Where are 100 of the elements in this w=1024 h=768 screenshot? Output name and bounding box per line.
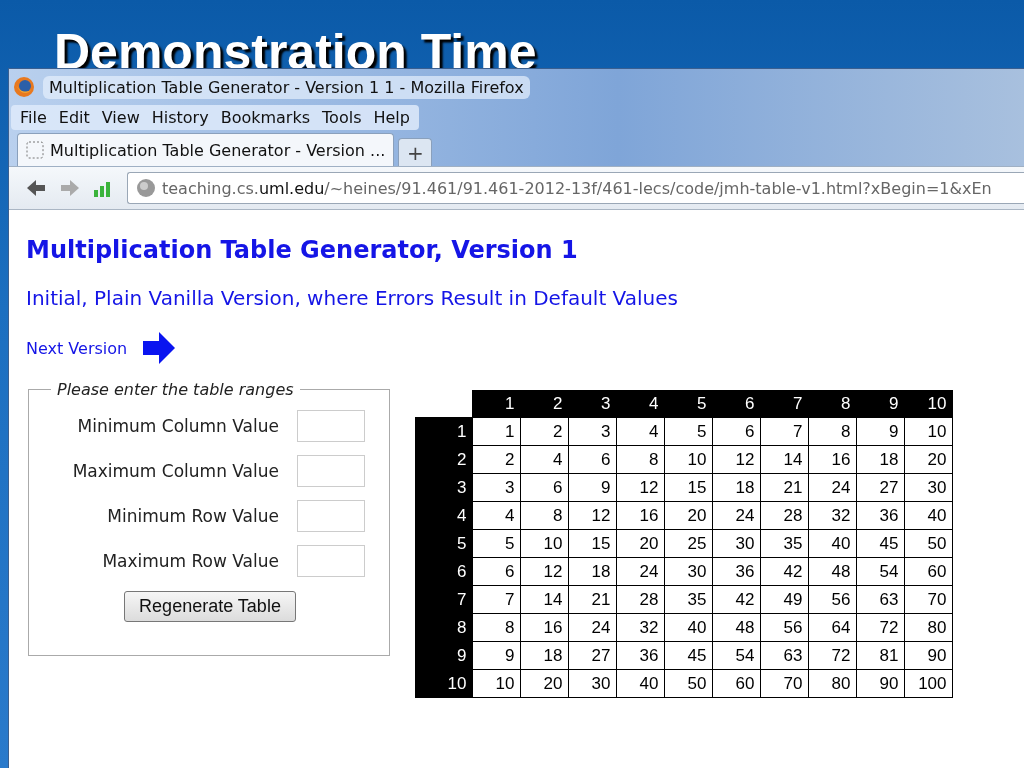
table-cell: 20 xyxy=(616,529,664,558)
table-cell: 60 xyxy=(712,669,760,698)
table-cell: 40 xyxy=(664,613,712,642)
table-cell: 70 xyxy=(760,669,808,698)
field-label: Minimum Column Value xyxy=(77,415,279,436)
page-icon xyxy=(26,141,44,159)
table-cell: 6 xyxy=(472,557,520,586)
menu-item[interactable]: Tools xyxy=(317,108,367,127)
table-cell: 8 xyxy=(520,501,568,530)
column-header: 10 xyxy=(904,390,952,418)
menu-item[interactable]: Bookmarks xyxy=(215,108,316,127)
column-header: 6 xyxy=(712,390,760,418)
table-cell: 50 xyxy=(664,669,712,698)
table-cell: 10 xyxy=(520,529,568,558)
regenerate-button[interactable]: Regenerate Table xyxy=(124,591,296,622)
table-cell: 42 xyxy=(712,585,760,614)
table-cell: 50 xyxy=(904,529,952,558)
menu-item[interactable]: History xyxy=(146,108,214,127)
column-header: 1 xyxy=(472,390,520,418)
table-cell: 21 xyxy=(568,585,616,614)
column-header: 7 xyxy=(760,390,808,418)
forward-icon[interactable] xyxy=(59,178,81,198)
browser-tab[interactable]: Multiplication Table Generator - Version ... xyxy=(17,133,395,166)
menu-item[interactable]: Edit xyxy=(53,108,95,127)
table-cell: 8 xyxy=(616,445,664,474)
table-cell: 5 xyxy=(664,417,712,446)
table-cell: 3 xyxy=(568,417,616,446)
table-cell: 9 xyxy=(472,641,520,670)
table-cell: 2 xyxy=(520,417,568,446)
table-cell: 80 xyxy=(904,613,952,642)
table-cell: 28 xyxy=(760,501,808,530)
table-cell: 12 xyxy=(568,501,616,530)
table-cell: 30 xyxy=(568,669,616,698)
table-cell: 36 xyxy=(712,557,760,586)
input-field[interactable] xyxy=(297,454,365,487)
row-header: 8 xyxy=(415,613,472,642)
table-cell: 1 xyxy=(472,417,520,446)
field-label: Maximum Row Value xyxy=(102,550,279,571)
table-cell: 100 xyxy=(904,669,952,698)
table-cell: 32 xyxy=(808,501,856,530)
table-cell: 24 xyxy=(568,613,616,642)
page-heading: Multiplication Table Generator, Version 1 xyxy=(26,236,579,264)
input-field[interactable] xyxy=(297,544,365,577)
table-cell: 63 xyxy=(856,585,904,614)
table-cell: 9 xyxy=(856,417,904,446)
table-cell: 4 xyxy=(616,417,664,446)
table-cell: 30 xyxy=(712,529,760,558)
table-cell: 60 xyxy=(904,557,952,586)
table-cell: 6 xyxy=(520,473,568,502)
table-cell: 12 xyxy=(712,445,760,474)
table-cell: 48 xyxy=(808,557,856,586)
table-cell: 54 xyxy=(712,641,760,670)
table-cell: 48 xyxy=(712,613,760,642)
table-cell: 40 xyxy=(616,669,664,698)
row-header: 4 xyxy=(415,501,472,530)
table-cell: 16 xyxy=(616,501,664,530)
menu-item[interactable]: View xyxy=(96,108,145,127)
table-cell: 12 xyxy=(520,557,568,586)
table-cell: 30 xyxy=(904,473,952,502)
table-cell: 9 xyxy=(568,473,616,502)
table-cell: 4 xyxy=(472,501,520,530)
table-cell: 15 xyxy=(568,529,616,558)
slide-title: Demonstration Time xyxy=(53,23,538,68)
table-cell: 18 xyxy=(520,641,568,670)
table-cell: 14 xyxy=(520,585,568,614)
table-cell: 7 xyxy=(472,585,520,614)
table-cell: 24 xyxy=(808,473,856,502)
table-cell: 27 xyxy=(568,641,616,670)
table-cell: 80 xyxy=(808,669,856,698)
table-cell: 90 xyxy=(856,669,904,698)
table-cell: 16 xyxy=(808,445,856,474)
back-icon[interactable] xyxy=(25,178,47,198)
column-header: 3 xyxy=(568,390,616,418)
table-cell: 6 xyxy=(568,445,616,474)
row-header: 9 xyxy=(415,641,472,670)
table-cell: 10 xyxy=(904,417,952,446)
table-cell: 16 xyxy=(520,613,568,642)
table-cell: 5 xyxy=(472,529,520,558)
table-cell: 10 xyxy=(664,445,712,474)
address-field[interactable]: teaching.cs.uml.edu/~heines/91.461/91.461-2012-13f/461-lecs/code/jmh-table-v1.html?xBegin=1&xEn xyxy=(127,172,1024,204)
arrow-icon[interactable] xyxy=(141,330,178,366)
table-cell: 10 xyxy=(472,669,520,698)
table-cell: 28 xyxy=(616,585,664,614)
next-version-link[interactable]: Next Version xyxy=(26,338,128,358)
input-field[interactable] xyxy=(297,409,365,442)
input-field[interactable] xyxy=(297,499,365,532)
row-header: 6 xyxy=(415,557,472,586)
menu-item[interactable]: Help xyxy=(368,108,415,127)
new-tab-button[interactable]: + xyxy=(398,138,433,166)
row-header: 1 xyxy=(415,417,472,446)
menu-item[interactable]: File xyxy=(15,108,52,127)
table-cell: 45 xyxy=(856,529,904,558)
table-cell: 21 xyxy=(760,473,808,502)
column-header: 8 xyxy=(808,390,856,418)
tab-title: Multiplication Table Generator - Version ... xyxy=(50,140,386,160)
table-cell: 64 xyxy=(808,613,856,642)
table-cell: 35 xyxy=(664,585,712,614)
row-header: 5 xyxy=(415,529,472,558)
table-cell: 18 xyxy=(568,557,616,586)
form-legend: Please enter the table ranges xyxy=(51,380,300,399)
